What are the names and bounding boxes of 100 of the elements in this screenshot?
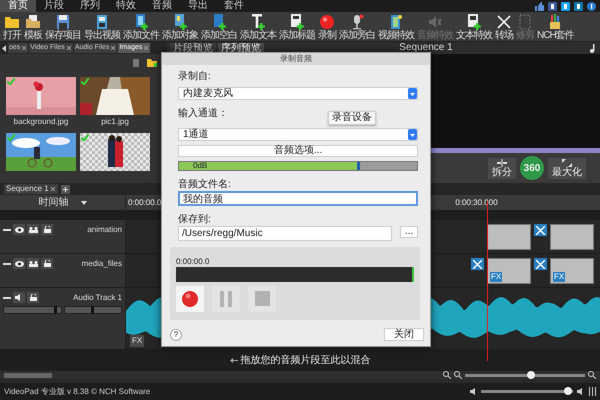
video-clip[interactable]: FX [550,258,594,284]
speaker-icon [15,294,23,301]
visibility-button[interactable] [13,224,25,235]
toolbar-button[interactable]: 模板 [23,13,43,41]
toolbar-button[interactable]: 录制 [317,13,337,41]
menu-tab[interactable]: 片段 [36,0,72,12]
close-icon [50,186,56,192]
split-icon [497,158,507,166]
overlay-button[interactable] [27,224,39,235]
cross-icon [496,14,512,30]
scrollbar-thumb[interactable] [4,372,52,378]
toolbar-button[interactable]: 文本特效 [455,13,493,41]
text-plus-icon [250,14,266,30]
toolbar-button[interactable]: 添加文件 [122,13,160,41]
zoom-in-icon[interactable] [443,371,451,379]
mixer-icon[interactable] [588,387,596,396]
mute-button[interactable] [13,292,25,303]
toolbar-button[interactable]: 添加空白 [200,13,238,41]
toolbar-button[interactable]: 添加对象 [161,13,199,41]
thumbs-up-icon[interactable] [535,2,544,10]
video-clip[interactable]: FX [487,258,531,284]
lock-button[interactable] [27,292,39,303]
filename-field[interactable]: 我的音频 [178,191,418,206]
toolbar-button[interactable]: NCH套件 [536,13,575,41]
caret-icon [80,200,86,204]
options-button[interactable]: 音频选项... [178,145,418,157]
image-plus-icon [172,14,188,30]
preview-tab[interactable]: 序列预览 [218,42,264,54]
lock-icon [44,260,50,267]
volume-slider[interactable] [564,387,572,395]
square-plus-icon [211,14,227,30]
dialog-title: 录制音频 [162,53,430,65]
toolbar-button[interactable]: 视频特效 [377,13,415,41]
toolbar-button[interactable]: 添加标题 [278,13,316,41]
fx-button[interactable]: FX [553,272,566,282]
preview-button[interactable]: 拆分 [488,158,516,178]
zoom-in-icon[interactable] [588,371,596,379]
lock-button[interactable] [41,258,53,269]
preview-button[interactable]: 最大化 [548,158,586,178]
close-icon [21,45,28,51]
close-button[interactable]: 关闭 [384,328,424,341]
help-button[interactable]: ? [170,328,182,340]
eye-icon [14,226,24,232]
pan-slider[interactable] [90,306,94,314]
speaker-icon[interactable] [577,388,584,395]
toolbar-button[interactable]: 转场 [494,13,514,41]
time-marker: 0:00:00.0 [128,198,162,208]
fx-button[interactable]: FX [130,335,144,347]
video-clip[interactable] [550,224,594,250]
menu-tab[interactable]: 首页 [0,0,36,12]
toolbar-button[interactable]: 保存项目 [44,13,82,41]
left-arrow-icon[interactable] [2,44,7,52]
add-icon[interactable] [60,184,70,194]
video-clip[interactable] [487,224,531,250]
menu-tab[interactable]: 导出 [180,0,216,12]
overlay-button[interactable] [27,258,39,269]
path-field[interactable]: /Users/regg/Music [178,226,392,241]
transition-button[interactable] [534,224,547,236]
browse-button[interactable]: ... [400,226,418,238]
record-icon [182,290,198,307]
info-icon[interactable] [587,2,596,10]
film-icon [388,14,404,30]
zoom-out-icon[interactable] [454,371,462,379]
toolbar-button[interactable]: 导出视频 [83,13,121,41]
volume-slider[interactable] [54,306,57,314]
lock-button[interactable] [41,224,53,235]
cross-icon [536,226,545,234]
toolbar-button[interactable]: 添加文本 [239,13,277,41]
transition-button[interactable] [471,258,484,270]
fx-button[interactable]: FX [490,272,502,282]
record-icon [319,14,335,30]
meter-reading: 0dB [193,161,208,171]
time-marker: 0:00:30.000 [455,198,498,208]
field-label: 录制自: [178,71,211,83]
people-icon [28,226,38,232]
expand-icon [562,158,572,166]
dropdown[interactable]: 1通道 [178,128,418,141]
file-name: pic1.jpg [100,117,130,127]
toolbar-button[interactable]: 添加旁白 [338,13,376,41]
speaker-icon[interactable] [470,388,477,395]
music-note-icon[interactable] [588,44,596,52]
preview-tab[interactable]: 片段预览 [170,42,216,54]
field-label: 输入通道： [178,108,228,120]
toolbar-button[interactable]: 打开 [2,13,22,41]
sequence-tab[interactable]: Sequence 1 [4,184,58,194]
visibility-button[interactable] [13,258,25,269]
field-label: 音频文件名: [178,179,231,191]
lock-icon [44,226,50,233]
transition-button[interactable] [534,258,547,270]
record-button[interactable] [176,286,204,312]
left-arrow-icon [230,358,238,363]
menu-tab[interactable]: 特效 [108,0,144,12]
folder-icon [25,14,41,30]
eye-icon [14,260,24,266]
cross-icon [536,260,545,268]
status-text: VideoPad 专业版 v 8.38 © NCH Software [4,386,150,396]
folder-icon[interactable] [147,58,157,67]
dropdown[interactable]: 内建麦克风 [178,87,418,100]
menu-tab[interactable]: 套件 [216,0,252,12]
close-icon [143,45,150,51]
